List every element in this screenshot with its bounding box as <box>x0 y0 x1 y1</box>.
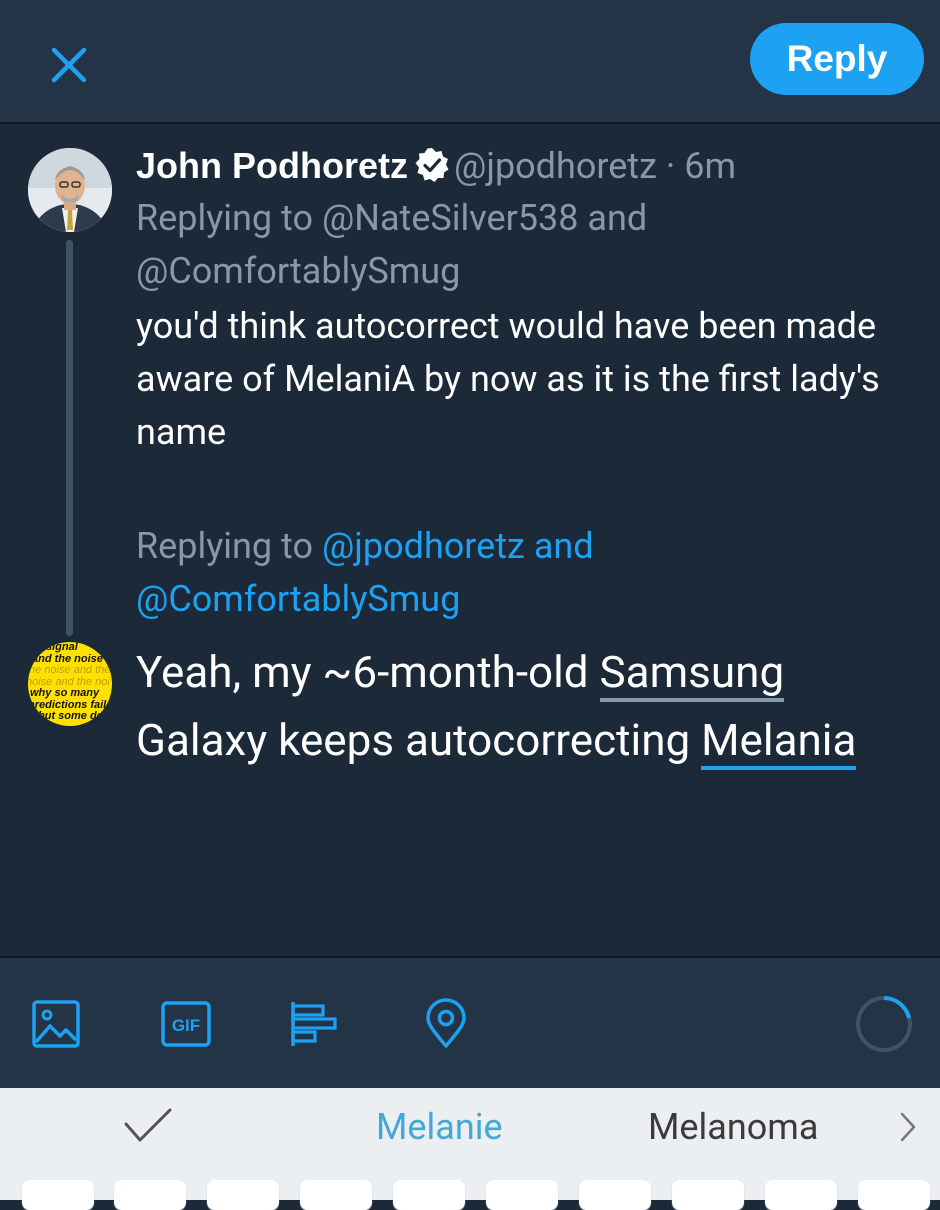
verified-badge-icon <box>415 148 449 182</box>
replying-to-line: Replying to @NateSilver538 and @Comforta… <box>136 192 916 298</box>
keyboard-key[interactable] <box>486 1180 558 1210</box>
add-poll-button[interactable] <box>288 998 340 1050</box>
thread-connector-line <box>66 240 73 636</box>
tweet-timestamp: 6m <box>684 145 737 187</box>
own-avatar[interactable]: signal and the noise the noise and the n… <box>28 642 112 726</box>
underlined-word-samsung[interactable]: Samsung <box>599 646 785 702</box>
checkmark-icon <box>124 1108 172 1142</box>
keyboard-key[interactable] <box>300 1180 372 1210</box>
tweet-header: John Podhoretz @jpodhoretz · 6m <box>136 140 916 192</box>
reply-button[interactable]: Reply <box>750 23 924 95</box>
accept-suggestion-button[interactable] <box>120 1102 176 1152</box>
replying-prefix: Replying to <box>136 197 314 239</box>
keyboard-key[interactable] <box>858 1180 930 1210</box>
add-gif-button[interactable]: GIF <box>160 998 212 1050</box>
compose-replying-to: Replying to @jpodhoretz and @Comfortably… <box>136 520 916 626</box>
add-location-button[interactable] <box>420 998 472 1050</box>
keyboard-key[interactable] <box>22 1180 94 1210</box>
header-separator: · <box>665 145 676 187</box>
location-icon <box>426 998 466 1048</box>
tweet-body: you'd think autocorrect would have been … <box>136 305 880 453</box>
autocorrect-word-melania[interactable]: Melania <box>701 714 857 770</box>
chevron-right-icon <box>900 1112 916 1142</box>
suggestion-2[interactable]: Melanoma <box>648 1102 818 1152</box>
keyboard-key[interactable] <box>765 1180 837 1210</box>
top-bar: Reply <box>0 0 940 124</box>
keyboard-key[interactable] <box>207 1180 279 1210</box>
character-count-ring <box>856 996 912 1052</box>
close-button[interactable] <box>44 40 94 90</box>
compose-toolbar: GIF <box>0 956 940 1090</box>
keyboard-keys-row <box>0 1172 940 1210</box>
image-icon <box>32 1000 80 1048</box>
compose-replying-prefix: Replying to <box>136 525 314 567</box>
compose-text-segment: Galaxy keeps autocorrecting <box>136 714 702 766</box>
author-avatar[interactable] <box>28 148 112 232</box>
gif-icon: GIF <box>161 1001 211 1047</box>
poll-icon <box>291 1002 337 1046</box>
keyboard-key[interactable] <box>672 1180 744 1210</box>
add-image-button[interactable] <box>30 998 82 1050</box>
keyboard-key[interactable] <box>393 1180 465 1210</box>
author-handle[interactable]: @jpodhoretz <box>454 145 657 187</box>
original-tweet: John Podhoretz @jpodhoretz · 6m Replying… <box>136 140 916 459</box>
compose-text-segment: Yeah, my ~6-month-old <box>136 646 600 698</box>
compose-text-input[interactable]: Yeah, my ~6-month-old Samsung Galaxy kee… <box>136 638 916 774</box>
svg-text:GIF: GIF <box>172 1016 200 1035</box>
suggestion-1[interactable]: Melanie <box>376 1102 503 1152</box>
avatar-book-text: signal and the noise the noise and the n… <box>28 642 112 722</box>
author-name[interactable]: John Podhoretz <box>136 145 408 186</box>
author-avatar-image <box>28 148 112 232</box>
keyboard-key[interactable] <box>579 1180 651 1210</box>
close-icon <box>51 47 87 83</box>
keyboard-key[interactable] <box>114 1180 186 1210</box>
more-suggestions-button[interactable] <box>896 1108 920 1146</box>
